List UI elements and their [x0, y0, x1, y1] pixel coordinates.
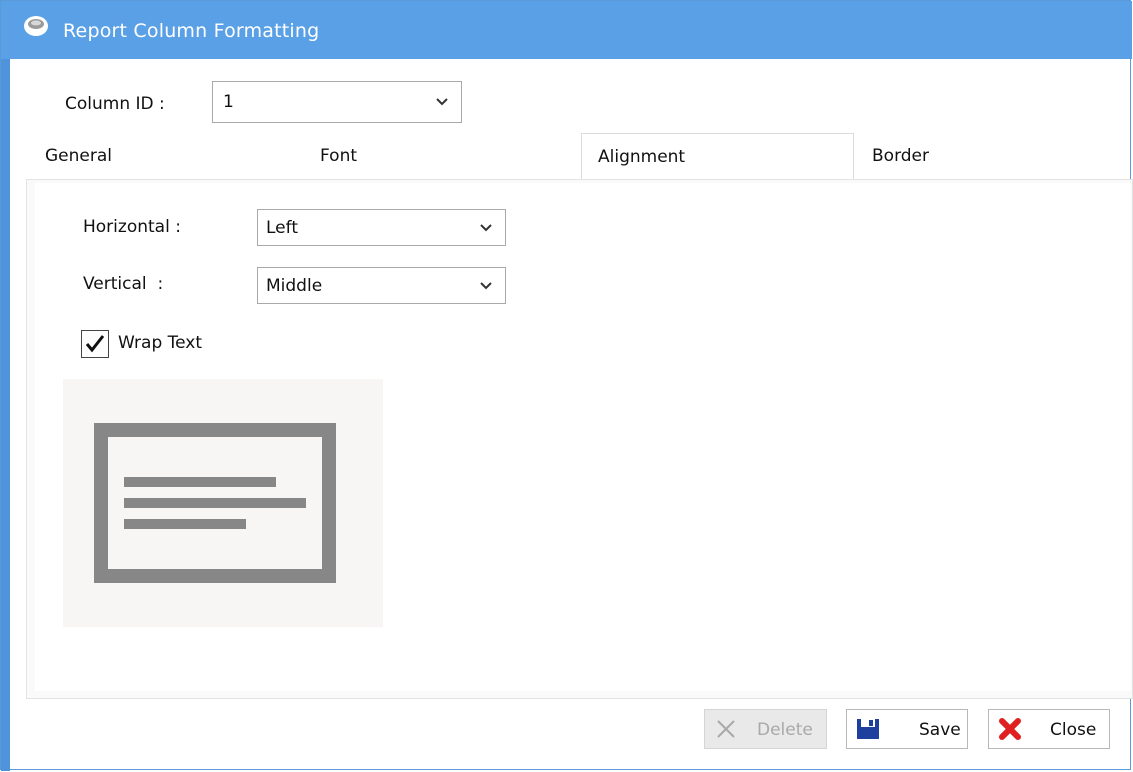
vertical-alignment-select[interactable]: Middle — [257, 267, 506, 304]
window-left-accent — [1, 59, 10, 771]
tab-general-label: General — [45, 146, 112, 166]
wrap-text-checkbox[interactable] — [81, 330, 109, 358]
red-x-icon — [999, 718, 1021, 740]
tab-font[interactable]: Font — [320, 133, 440, 179]
vertical-alignment-value: Middle — [266, 275, 323, 296]
save-button[interactable]: Save — [846, 709, 968, 749]
window-title: Report Column Formatting — [63, 20, 320, 42]
close-button[interactable]: Close — [988, 709, 1110, 749]
tab-border-label: Border — [872, 146, 929, 166]
horizontal-alignment-value: Left — [266, 217, 298, 238]
x-icon — [717, 720, 735, 738]
left-aligned-text-preview-icon — [63, 379, 383, 627]
chevron-down-icon — [480, 281, 492, 289]
tab-alignment[interactable]: Alignment — [581, 133, 854, 179]
preview-text-line — [124, 477, 276, 487]
preview-text-line — [124, 498, 306, 508]
tab-font-label: Font — [320, 146, 358, 166]
horizontal-label: Horizontal : — [83, 217, 181, 237]
delete-button[interactable]: Delete — [704, 709, 827, 749]
app-icon — [24, 16, 48, 36]
column-id-select[interactable]: 1 — [212, 81, 462, 123]
checkmark-icon — [85, 335, 105, 353]
horizontal-alignment-select[interactable]: Left — [257, 209, 506, 246]
vertical-label: Vertical : — [83, 274, 164, 294]
close-button-label: Close — [1050, 720, 1097, 740]
chevron-down-icon — [480, 223, 492, 231]
column-id-value: 1 — [223, 92, 234, 112]
tab-alignment-label: Alignment — [598, 147, 686, 167]
report-column-formatting-dialog: Report Column Formatting Column ID : 1 G… — [0, 0, 1133, 771]
title-bar[interactable]: Report Column Formatting — [1, 1, 1132, 59]
tab-general[interactable]: General — [45, 133, 165, 179]
chevron-down-icon — [436, 98, 448, 106]
tab-border[interactable]: Border — [872, 133, 992, 179]
wrap-text-label[interactable]: Wrap Text — [118, 333, 202, 353]
floppy-disk-icon — [857, 719, 879, 739]
preview-text-line — [124, 519, 246, 529]
column-id-label: Column ID : — [65, 94, 165, 114]
save-button-label: Save — [919, 720, 961, 740]
delete-button-label: Delete — [757, 720, 813, 740]
